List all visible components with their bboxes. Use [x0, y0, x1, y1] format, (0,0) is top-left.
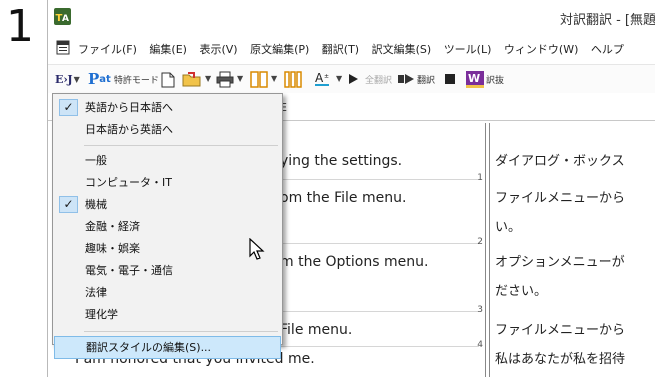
menu-view[interactable]: 表示(V)	[199, 43, 237, 56]
menu-separator	[84, 145, 278, 146]
menu-tools[interactable]: ツール(L)	[444, 43, 492, 56]
menu-bar: ファイル(F) 編集(E) 表示(V) 原文編集(P) 翻訳(T) 訳文編集(S…	[48, 38, 655, 60]
menu-item-law[interactable]: 法律	[54, 282, 281, 304]
menu-source-edit[interactable]: 原文編集(P)	[250, 43, 309, 56]
stop-icon[interactable]	[445, 74, 455, 84]
font-size-icon[interactable]: A ±	[314, 70, 332, 88]
row-number: 1	[477, 173, 483, 183]
target-sentence[interactable]: オプションメニューが	[495, 252, 625, 273]
menu-item-japanese-to-english[interactable]: 日本語から英語へ	[54, 119, 281, 141]
toolbar: E›J ▼ Pat 特許モード ▼ ▼ ▼ A ± ▼ 全翻訳 翻訳 W 訳抜	[48, 64, 655, 94]
source-sentence[interactable]: ying the settings.	[280, 153, 402, 169]
three-column-icon[interactable]	[284, 71, 302, 88]
window-title: 対訳翻訳 - [無題	[559, 13, 655, 28]
menu-item-general[interactable]: 一般	[54, 150, 281, 172]
direction-dropdown-button[interactable]: E›J ▼	[55, 69, 80, 89]
menu-edit[interactable]: 編集(E)	[149, 43, 187, 56]
target-sentence[interactable]: ファイルメニューから	[495, 188, 625, 209]
open-folder-icon[interactable]	[182, 71, 202, 88]
split-view-icon[interactable]	[250, 71, 268, 88]
chevron-down-icon: ▼	[73, 74, 80, 84]
target-sentence[interactable]: ファイルメニューから	[495, 320, 625, 341]
dictionary-label[interactable]: 訳抜	[486, 73, 504, 86]
patent-mode-button[interactable]: Pat 特許モード	[88, 69, 159, 89]
menu-translate[interactable]: 翻訳(T)	[322, 43, 359, 56]
chevron-down-icon[interactable]: ▼	[205, 74, 211, 83]
translate-label[interactable]: 翻訳	[417, 73, 435, 86]
menu-help[interactable]: ヘルプ	[591, 43, 624, 56]
play-icon[interactable]	[348, 73, 359, 85]
target-sentence[interactable]: い。	[495, 217, 521, 238]
document-icon[interactable]	[56, 40, 70, 55]
new-document-icon[interactable]	[161, 72, 175, 88]
menu-target-edit[interactable]: 訳文編集(S)	[372, 43, 432, 56]
svg-text:A: A	[62, 14, 69, 24]
direction-label: E›J	[55, 72, 73, 86]
target-sentence[interactable]: 私はあなたが私を招待	[495, 349, 625, 370]
menu-item-machinery[interactable]: ✓ 機械	[54, 194, 281, 216]
printer-icon[interactable]	[216, 71, 234, 88]
menu-item-computer-it[interactable]: コンピュータ・IT	[54, 172, 281, 194]
menu-item-electrical[interactable]: 電気・電子・通信	[54, 260, 281, 282]
menu-item-edit-style[interactable]: 翻訳スタイルの編集(S)...	[54, 336, 281, 359]
chevron-down-icon[interactable]: ▼	[336, 74, 342, 83]
translate-arrow-icon[interactable]	[397, 73, 415, 85]
row-number: 3	[477, 305, 483, 315]
chevron-down-icon[interactable]: ▼	[271, 74, 277, 83]
dictionary-icon[interactable]: W	[466, 71, 484, 88]
row-separator	[277, 346, 479, 347]
row-number: 2	[477, 237, 483, 247]
row-number: 4	[477, 340, 483, 350]
patent-mode-label: 特許モード	[113, 75, 159, 86]
target-sentence[interactable]: ダイアログ・ボックス	[495, 151, 625, 172]
direction-dropdown-menu: ✓ 英語から日本語へ 日本語から英語へ 一般 コンピュータ・IT ✓ 機械 金融…	[52, 93, 283, 359]
menu-item-finance[interactable]: 金融・経済	[54, 216, 281, 238]
svg-text:±: ±	[324, 73, 329, 80]
mouse-cursor-icon	[249, 238, 265, 260]
menu-item-english-to-japanese[interactable]: ✓ 英語から日本語へ	[54, 97, 281, 119]
menu-item-science[interactable]: 理化学	[54, 304, 281, 326]
column-divider	[485, 123, 490, 377]
checkmark-icon: ✓	[59, 196, 78, 213]
patent-icon: P	[88, 70, 100, 88]
title-bar: T A 対訳翻訳 - [無題	[48, 0, 655, 34]
svg-text:W: W	[468, 72, 480, 85]
menu-file[interactable]: ファイル(F)	[78, 43, 137, 56]
svg-text:A: A	[315, 71, 324, 85]
target-sentence[interactable]: ださい。	[495, 281, 547, 302]
row-separator	[277, 311, 479, 312]
chevron-down-icon[interactable]: ▼	[237, 74, 243, 83]
step-number: 1	[6, 1, 34, 52]
menu-item-hobby[interactable]: 趣味・娯楽	[54, 238, 281, 260]
source-sentence[interactable]: File menu.	[280, 322, 352, 338]
row-separator	[277, 243, 479, 244]
row-separator	[277, 179, 479, 180]
checkmark-icon: ✓	[59, 99, 78, 116]
menu-window[interactable]: ウィンドウ(W)	[504, 43, 578, 56]
app-window: T A 対訳翻訳 - [無題 ファイル(F) 編集(E) 表示(V) 原文編集(…	[47, 0, 655, 377]
menu-separator	[84, 331, 278, 332]
source-sentence[interactable]: m the Options menu.	[280, 254, 428, 270]
source-sentence[interactable]: om the File menu.	[280, 190, 406, 206]
tw-app-icon: T A	[54, 8, 71, 25]
translate-all-label[interactable]: 全翻訳	[365, 73, 392, 86]
